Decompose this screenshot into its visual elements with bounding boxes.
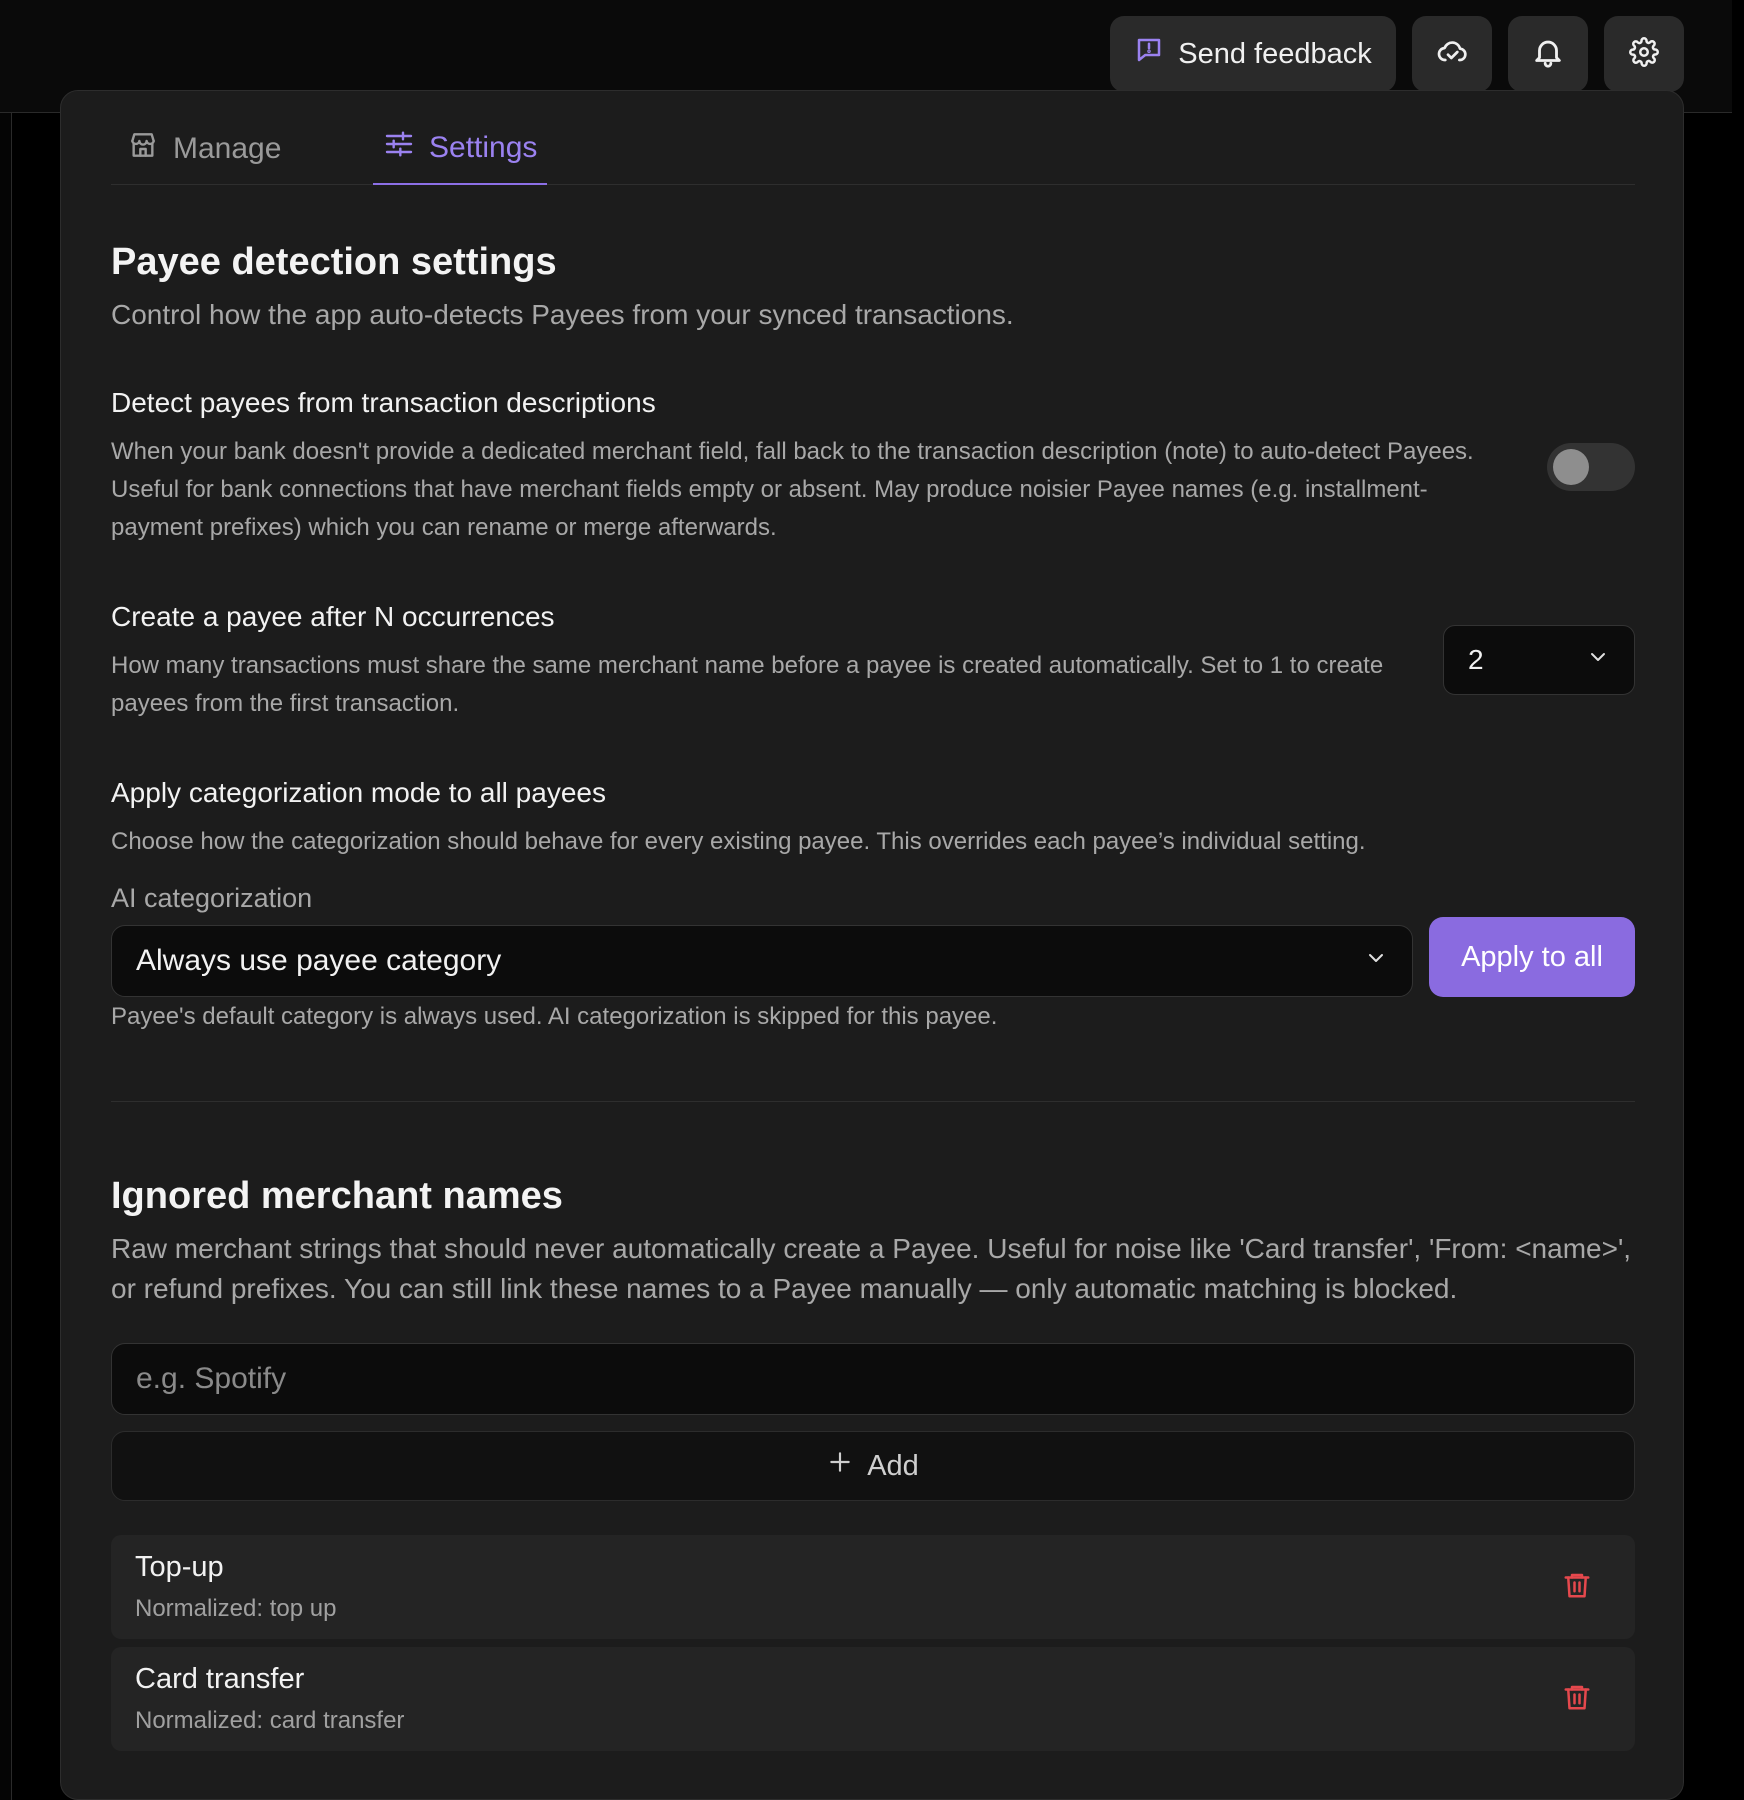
settings-button[interactable] [1604, 16, 1684, 92]
tab-manage[interactable]: Manage [117, 113, 291, 185]
categorization-hint: Payee's default category is always used.… [111, 1003, 998, 1030]
detect-descriptions-toggle[interactable] [1547, 443, 1635, 491]
add-merchant-button[interactable]: Add [111, 1431, 1635, 1501]
settings-card: Manage Settings Payee detection settings… [60, 90, 1684, 1800]
trash-icon [1562, 1682, 1592, 1717]
ignored-merchants-title: Ignored merchant names [111, 1175, 563, 1217]
sliders-icon [383, 128, 415, 168]
occurrences-description: How many transactions must share the sam… [111, 652, 1384, 717]
send-feedback-label: Send feedback [1178, 37, 1372, 70]
list-item: Card transfer Normalized: card transfer [111, 1647, 1635, 1751]
ignored-merchants-subtitle: Raw merchant strings that should never a… [111, 1233, 1632, 1304]
sync-button[interactable] [1412, 16, 1492, 92]
payee-detection-subtitle: Control how the app auto-detects Payees … [111, 299, 1014, 330]
merchant-normalized: Normalized: top up [135, 1595, 337, 1622]
categorization-description: Choose how the categorization should beh… [111, 828, 1366, 855]
add-label: Add [867, 1449, 919, 1482]
gear-icon [1629, 36, 1659, 72]
chevron-down-icon [1586, 644, 1610, 676]
plus-icon [827, 1449, 853, 1483]
categorization-mode-value: Always use payee category [136, 944, 502, 977]
tab-settings[interactable]: Settings [373, 113, 548, 185]
ai-categorization-label: AI categorization [111, 883, 313, 913]
categorization-title: Apply categorization mode to all payees [111, 777, 606, 808]
delete-button[interactable] [1559, 1569, 1595, 1605]
occurrences-value: 2 [1468, 644, 1484, 675]
merchant-name: Top-up [135, 1551, 224, 1583]
app-frame-edge [0, 113, 12, 1800]
tab-manage-label: Manage [173, 132, 282, 165]
bell-icon [1531, 35, 1565, 74]
apply-to-all-button[interactable]: Apply to all [1429, 917, 1635, 997]
section-divider [111, 1101, 1635, 1102]
top-bar-actions: Send feedback [1110, 16, 1684, 92]
merchant-normalized: Normalized: card transfer [135, 1707, 405, 1734]
trash-icon [1562, 1570, 1592, 1605]
categorization-mode-select[interactable]: Always use payee category [111, 925, 1413, 997]
merchant-name: Card transfer [135, 1663, 305, 1695]
occurrences-title: Create a payee after N occurrences [111, 601, 555, 632]
tab-settings-label: Settings [429, 131, 538, 164]
delete-button[interactable] [1559, 1681, 1595, 1717]
list-item: Top-up Normalized: top up [111, 1535, 1635, 1639]
store-icon [127, 129, 159, 169]
send-feedback-button[interactable]: Send feedback [1110, 16, 1396, 92]
cloud-icon [1436, 36, 1468, 73]
detect-descriptions-description: When your bank doesn't provide a dedicat… [111, 438, 1474, 541]
feedback-icon [1134, 35, 1164, 73]
occurrences-select[interactable]: 2 [1443, 625, 1635, 695]
notifications-button[interactable] [1508, 16, 1588, 92]
payee-detection-title: Payee detection settings [111, 241, 557, 283]
detect-descriptions-title: Detect payees from transaction descripti… [111, 387, 656, 418]
toggle-knob [1553, 449, 1589, 485]
merchant-name-input[interactable] [111, 1343, 1635, 1415]
chevron-down-icon [1364, 944, 1388, 978]
tab-bar: Manage Settings [111, 113, 1635, 185]
scrollbar-track[interactable] [1732, 0, 1744, 1800]
